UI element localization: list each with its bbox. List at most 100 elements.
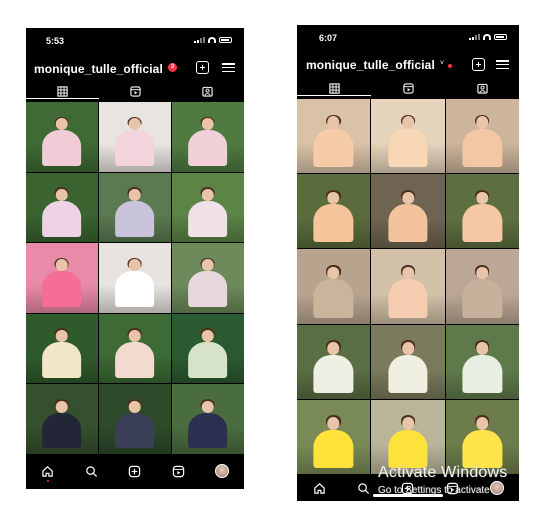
grid-post[interactable] — [26, 102, 98, 172]
grid-post[interactable] — [297, 249, 371, 324]
tab-reels[interactable] — [99, 83, 172, 99]
create-icon — [402, 482, 414, 494]
grid-post[interactable] — [371, 399, 445, 474]
grid-post[interactable] — [172, 243, 244, 313]
grid-icon — [57, 85, 68, 97]
grid-post[interactable] — [99, 384, 171, 454]
bottom-nav — [26, 456, 244, 486]
post-photo-subject — [313, 109, 354, 168]
menu-button[interactable] — [222, 61, 235, 74]
grid-post[interactable] — [172, 384, 244, 454]
profile-tabs — [297, 80, 519, 96]
reels-icon — [402, 82, 414, 94]
status-icons — [469, 34, 507, 40]
post-photo-subject — [388, 109, 428, 168]
battery-icon — [494, 34, 507, 40]
post-photo-subject — [462, 260, 503, 318]
profile-avatar — [215, 464, 230, 478]
post-photo-subject — [313, 185, 354, 243]
notification-dot — [448, 64, 452, 68]
grid-post[interactable] — [371, 99, 445, 174]
post-photo-subject — [462, 185, 503, 243]
grid-post[interactable] — [26, 172, 98, 243]
grid-post[interactable] — [26, 243, 98, 313]
nav-home[interactable] — [312, 481, 326, 495]
grid-post[interactable] — [445, 399, 519, 474]
tagged-icon — [202, 86, 213, 97]
status-bar: 6:07 — [297, 25, 519, 47]
grid-post[interactable] — [26, 313, 98, 384]
home-active-dot — [46, 480, 49, 482]
nav-search[interactable] — [84, 464, 98, 478]
nav-create[interactable] — [401, 481, 415, 495]
post-photo-subject — [313, 410, 354, 469]
create-button[interactable] — [196, 61, 209, 74]
post-photo-subject — [188, 394, 228, 449]
status-icons — [194, 37, 232, 43]
tab-reels[interactable] — [371, 80, 445, 96]
post-photo-subject — [313, 335, 354, 393]
post-photo-subject — [42, 253, 82, 308]
grid-post[interactable] — [371, 324, 445, 399]
grid-post[interactable] — [297, 399, 371, 474]
status-bar: 5:53 — [26, 28, 244, 50]
notification-badge[interactable]: 3 — [168, 63, 177, 72]
phone-screenshot-right: 6:07 monique_tulle_official ˅ — [297, 25, 519, 501]
battery-icon — [219, 37, 232, 43]
create-icon — [129, 465, 141, 477]
post-photo-subject — [188, 182, 228, 237]
grid-post[interactable] — [99, 172, 171, 243]
post-photo-subject — [115, 112, 155, 167]
grid-post[interactable] — [99, 102, 171, 172]
create-button[interactable] — [472, 58, 485, 71]
phone-screenshot-left: 5:53 monique_tulle_official 3 — [26, 28, 244, 489]
tab-grid[interactable] — [297, 80, 371, 96]
profile-username[interactable]: monique_tulle_official — [34, 62, 163, 76]
reels-icon — [129, 85, 141, 97]
account-switcher-chevron[interactable]: ˅ — [440, 60, 444, 67]
post-photo-subject — [313, 260, 354, 318]
grid-post[interactable] — [445, 174, 519, 249]
grid-post[interactable] — [297, 324, 371, 399]
nav-reels[interactable] — [445, 481, 459, 495]
grid-post[interactable] — [445, 249, 519, 324]
grid-post[interactable] — [99, 243, 171, 313]
grid-post[interactable] — [371, 174, 445, 249]
grid-post[interactable] — [172, 313, 244, 384]
post-photo-subject — [388, 185, 428, 243]
nav-create[interactable] — [128, 464, 142, 478]
post-photo-subject — [42, 182, 82, 237]
grid-post[interactable] — [297, 99, 371, 174]
menu-button[interactable] — [496, 58, 509, 71]
posts-grid — [26, 102, 244, 454]
nav-profile[interactable] — [215, 464, 230, 478]
grid-post[interactable] — [445, 324, 519, 399]
grid-post[interactable] — [26, 384, 98, 454]
post-photo-subject — [462, 410, 503, 469]
grid-post[interactable] — [445, 99, 519, 174]
post-photo-subject — [42, 112, 82, 167]
nav-reels[interactable] — [172, 464, 186, 478]
tab-grid[interactable] — [26, 83, 99, 99]
grid-post[interactable] — [371, 249, 445, 324]
post-photo-subject — [115, 394, 155, 449]
signal-icon — [194, 37, 205, 43]
post-photo-subject — [115, 182, 155, 237]
search-icon — [358, 482, 370, 494]
status-time: 6:07 — [319, 33, 338, 43]
signal-icon — [469, 34, 480, 40]
grid-post[interactable] — [99, 313, 171, 384]
grid-post[interactable] — [172, 102, 244, 172]
post-photo-subject — [188, 253, 228, 308]
reels-icon — [172, 465, 185, 477]
tab-tagged[interactable] — [445, 80, 519, 96]
grid-post[interactable] — [172, 172, 244, 243]
profile-username[interactable]: monique_tulle_official — [306, 58, 435, 72]
nav-search[interactable] — [357, 481, 371, 495]
posts-grid — [297, 99, 519, 474]
nav-profile[interactable] — [489, 481, 504, 495]
nav-home[interactable] — [41, 464, 55, 482]
grid-post[interactable] — [297, 174, 371, 249]
home-indicator[interactable] — [373, 494, 443, 497]
tab-tagged[interactable] — [171, 83, 244, 99]
